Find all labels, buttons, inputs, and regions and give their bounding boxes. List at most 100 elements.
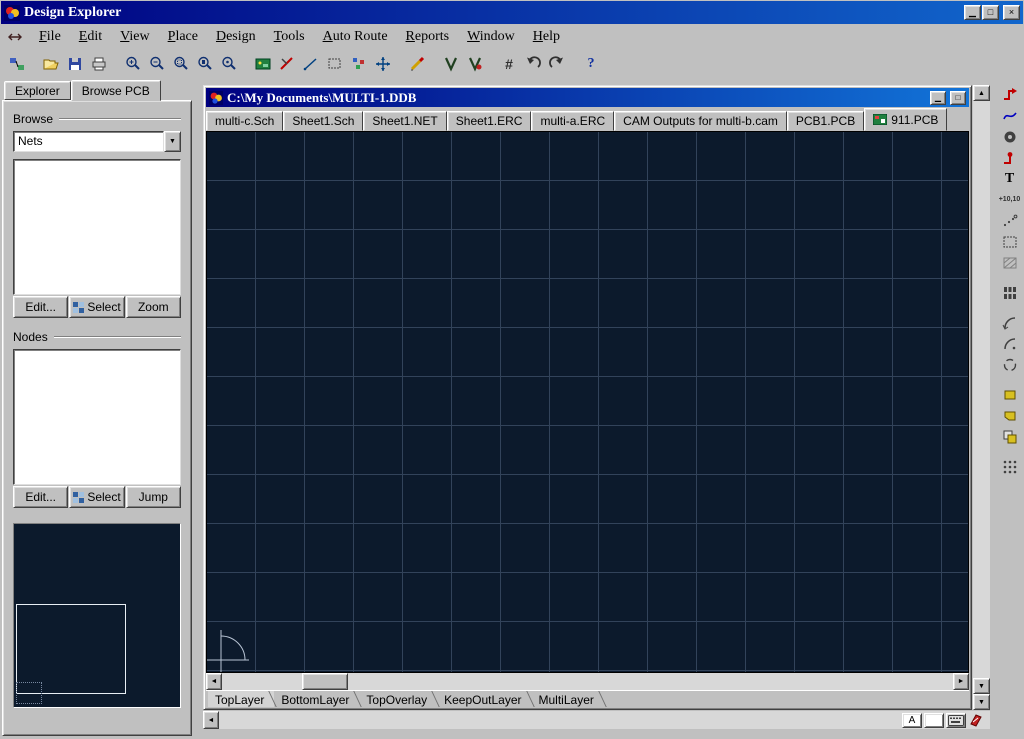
multi-route-icon[interactable]	[998, 105, 1022, 126]
layer-tab-keepoutlayer[interactable]: KeepOutLayer	[437, 691, 531, 707]
doc-tab-911-pcb[interactable]: 911.PCB	[864, 108, 947, 131]
nets-zoom-button[interactable]: Zoom	[126, 296, 181, 318]
pad-icon[interactable]	[998, 126, 1022, 147]
dimension-icon[interactable]	[998, 210, 1022, 231]
arc-edge-icon[interactable]	[998, 312, 1022, 333]
browse-mode-value[interactable]: Nets	[13, 131, 164, 152]
nets-select-button[interactable]: Select	[69, 296, 124, 318]
fill-hatch-icon[interactable]	[998, 252, 1022, 273]
coordinate-icon[interactable]: +10,10	[998, 189, 1022, 210]
doc-tab-multi-c-sch[interactable]: multi-c.Sch	[206, 111, 283, 131]
layer-tab-toplayer[interactable]: TopLayer	[208, 691, 274, 707]
wire-cutter-icon[interactable]	[275, 53, 299, 75]
scroll-left-button[interactable]	[206, 673, 222, 690]
combo-dropdown-button[interactable]	[164, 131, 181, 152]
document-maximize-button[interactable]: □	[950, 91, 966, 105]
workspace-scroll-left-button[interactable]	[203, 711, 219, 729]
layer-tab-bottomlayer[interactable]: BottomLayer	[274, 691, 359, 707]
selection-box-icon[interactable]	[323, 53, 347, 75]
nets-listbox[interactable]	[13, 159, 181, 295]
menu-edit[interactable]: Edit	[70, 27, 111, 47]
board-minimap[interactable]	[13, 523, 181, 708]
arc-center-icon[interactable]	[998, 333, 1022, 354]
component-array-icon[interactable]	[998, 282, 1022, 303]
nodes-edit-button[interactable]: Edit...	[13, 486, 68, 508]
select-icon	[73, 492, 84, 503]
blank-status-button[interactable]	[924, 713, 944, 728]
menu-design[interactable]: Design	[207, 27, 265, 47]
save-icon[interactable]	[63, 53, 87, 75]
doc-tab-cam-outputs[interactable]: CAM Outputs for multi-b.cam	[614, 111, 787, 131]
paste-array-icon[interactable]	[998, 426, 1022, 447]
zoom-selection-icon[interactable]	[217, 53, 241, 75]
doc-tab-sheet1-sch[interactable]: Sheet1.Sch	[283, 111, 363, 131]
string-icon[interactable]: T	[998, 168, 1022, 189]
menu-auto-route[interactable]: Auto Route	[314, 27, 397, 47]
zoom-out-icon[interactable]	[145, 53, 169, 75]
redo-icon[interactable]	[545, 53, 569, 75]
menu-reports[interactable]: Reports	[397, 27, 459, 47]
doc-tab-sheet1-net[interactable]: Sheet1.NET	[363, 111, 446, 131]
restore-button[interactable]: □	[982, 5, 999, 20]
layer-tab-multilayer[interactable]: MultiLayer	[532, 691, 604, 707]
hscroll-track[interactable]	[222, 673, 953, 690]
tab-explorer[interactable]: Explorer	[4, 81, 71, 100]
vscroll-track[interactable]	[973, 101, 990, 678]
workspace-hscrollbar[interactable]: A	[203, 711, 990, 729]
scroll-right-button[interactable]	[953, 673, 969, 690]
doc-tab-sheet1-erc[interactable]: Sheet1.ERC	[447, 111, 532, 131]
canvas-hscrollbar[interactable]	[206, 673, 969, 690]
highlight-pen-icon[interactable]	[405, 53, 429, 75]
scroll-down-button-2[interactable]	[973, 694, 990, 710]
nets-edit-button[interactable]: Edit...	[13, 296, 68, 318]
zoom-document-icon[interactable]	[193, 53, 217, 75]
nodes-jump-button[interactable]: Jump	[126, 486, 181, 508]
via-icon[interactable]	[998, 147, 1022, 168]
polygon-plane-icon[interactable]	[998, 405, 1022, 426]
browse-mode-combobox[interactable]: Nets	[13, 131, 181, 152]
doc-tab-pcb1-pcb[interactable]: PCB1.PCB	[787, 111, 864, 131]
menu-tools[interactable]: Tools	[265, 27, 314, 47]
menu-view[interactable]: View	[111, 27, 159, 47]
menu-help[interactable]: Help	[524, 27, 569, 47]
layer-tab-topoverlay[interactable]: TopOverlay	[359, 691, 437, 707]
menu-file[interactable]: File	[30, 27, 70, 47]
scroll-up-button[interactable]	[973, 85, 990, 101]
document-minimize-button[interactable]: ▁	[930, 91, 946, 105]
drc-online-icon[interactable]	[439, 53, 463, 75]
arc-any-angle-icon[interactable]	[998, 354, 1022, 375]
pcb-canvas[interactable]	[206, 131, 969, 673]
open-document-icon[interactable]	[39, 53, 63, 75]
undo-icon[interactable]	[521, 53, 545, 75]
nodes-listbox[interactable]	[13, 349, 181, 485]
design-browser-icon[interactable]	[5, 53, 29, 75]
route-track-icon[interactable]	[998, 84, 1022, 105]
nodes-select-button[interactable]: Select	[69, 486, 124, 508]
spell-book-icon[interactable]	[968, 712, 984, 728]
move-crosshair-icon[interactable]	[371, 53, 395, 75]
menu-place[interactable]: Place	[159, 27, 207, 47]
print-icon[interactable]	[87, 53, 111, 75]
room-icon[interactable]	[998, 231, 1022, 252]
close-button[interactable]: ×	[1003, 5, 1020, 20]
pad-grid-icon[interactable]	[998, 456, 1022, 477]
hscroll-thumb[interactable]	[302, 673, 348, 690]
keyboard-status-icon[interactable]	[946, 713, 966, 728]
doc-tab-multi-a-erc[interactable]: multi-a.ERC	[531, 111, 614, 131]
annotation-button[interactable]: A	[902, 713, 922, 728]
deselect-icon[interactable]	[347, 53, 371, 75]
layers-display-icon[interactable]	[251, 53, 275, 75]
menu-window[interactable]: Window	[458, 27, 524, 47]
zoom-area-icon[interactable]	[169, 53, 193, 75]
minimize-button[interactable]: ▁	[964, 5, 981, 20]
scroll-down-button[interactable]	[973, 678, 990, 694]
zoom-in-icon[interactable]	[121, 53, 145, 75]
help-icon[interactable]: ?	[579, 53, 603, 75]
rectangle-fill-icon[interactable]	[998, 384, 1022, 405]
tab-browse-pcb[interactable]: Browse PCB	[71, 80, 161, 101]
drc-reset-icon[interactable]	[463, 53, 487, 75]
draw-line-icon[interactable]	[299, 53, 323, 75]
grid-icon[interactable]: #	[497, 53, 521, 75]
workspace-vscrollbar[interactable]	[973, 85, 990, 710]
minimap-viewport-rect[interactable]	[16, 604, 126, 694]
